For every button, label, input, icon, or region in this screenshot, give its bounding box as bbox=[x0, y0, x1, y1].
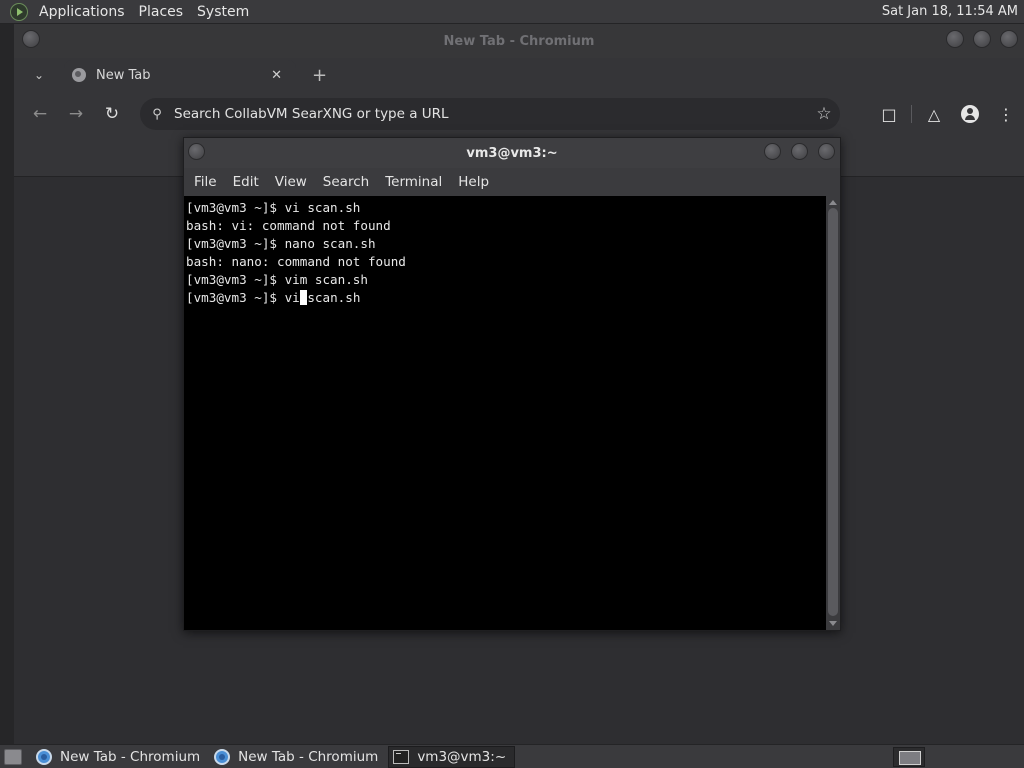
search-icon: ⚲ bbox=[152, 106, 162, 122]
terminal-window-menu-icon[interactable] bbox=[188, 143, 205, 160]
terminal-window: vm3@vm3:~ File Edit View Search Terminal… bbox=[183, 137, 841, 631]
chromium-icon bbox=[214, 748, 231, 765]
top-panel: Applications Places System Sat Jan 18, 1… bbox=[0, 0, 1024, 24]
chromium-icon bbox=[36, 748, 52, 765]
forward-arrow-icon[interactable]: → bbox=[58, 104, 94, 124]
taskbar-item-chromium-2[interactable]: New Tab - Chromium bbox=[210, 746, 386, 768]
toolbar-right-icons: □ △ ⋮ bbox=[871, 92, 1024, 136]
menu-system[interactable]: System bbox=[190, 0, 256, 24]
terminal-line: [vm3@vm3 ~]$ nano scan.sh bbox=[186, 236, 376, 251]
taskbar-item-label: New Tab - Chromium bbox=[238, 748, 379, 765]
terminal-line: bash: nano: command not found bbox=[186, 254, 406, 269]
chromium-titlebar[interactable]: New Tab - Chromium bbox=[14, 24, 1024, 58]
terminal-menu-view[interactable]: View bbox=[267, 174, 315, 190]
taskbar-item-label: vm3@vm3:~ bbox=[417, 748, 507, 765]
terminal-line: bash: vi: command not found bbox=[186, 218, 391, 233]
terminal-menu-edit[interactable]: Edit bbox=[225, 174, 267, 190]
more-menu-icon[interactable]: ⋮ bbox=[988, 105, 1024, 124]
omnibox[interactable]: ⚲ Search CollabVM SearXNG or type a URL … bbox=[140, 98, 840, 130]
terminal-window-title: vm3@vm3:~ bbox=[466, 145, 558, 161]
chromium-window-title: New Tab - Chromium bbox=[443, 33, 595, 49]
terminal-menu-terminal[interactable]: Terminal bbox=[377, 174, 450, 190]
terminal-menubar: File Edit View Search Terminal Help bbox=[184, 168, 840, 196]
terminal-menu-file[interactable]: File bbox=[186, 174, 225, 190]
terminal-line: [vm3@vm3 ~]$ vim scan.sh bbox=[186, 272, 368, 287]
terminal-menu-search[interactable]: Search bbox=[315, 174, 377, 190]
panel-menu-bar: Applications Places System bbox=[0, 0, 256, 23]
tab-title: New Tab bbox=[96, 67, 151, 83]
reload-icon[interactable]: ↻ bbox=[94, 104, 130, 124]
menu-places[interactable]: Places bbox=[132, 0, 191, 24]
close-button[interactable] bbox=[1000, 30, 1018, 48]
terminal-close-button[interactable] bbox=[818, 143, 835, 160]
terminal-scrollbar[interactable] bbox=[826, 196, 840, 630]
terminal-menu-help[interactable]: Help bbox=[450, 174, 497, 190]
terminal-titlebar[interactable]: vm3@vm3:~ bbox=[184, 138, 840, 168]
desktop-edge bbox=[0, 24, 14, 744]
menu-applications[interactable]: Applications bbox=[32, 0, 132, 24]
tab-new-tab[interactable]: New Tab ✕ bbox=[64, 60, 296, 90]
window-menu-icon[interactable] bbox=[22, 30, 40, 48]
scrollbar-thumb[interactable] bbox=[828, 208, 838, 616]
taskbar-item-chromium-1[interactable]: New Tab - Chromium bbox=[32, 746, 208, 768]
minimize-button[interactable] bbox=[946, 30, 964, 48]
profile-avatar-icon[interactable] bbox=[961, 105, 979, 123]
applications-logo-icon[interactable] bbox=[10, 2, 28, 21]
taskbar-item-label: New Tab - Chromium bbox=[60, 748, 201, 765]
terminal-current-line: [vm3@vm3 ~]$ vi scan.sh bbox=[186, 289, 825, 307]
tab-strip: ⌄ New Tab ✕ + bbox=[14, 58, 1024, 92]
scroll-up-arrow-icon[interactable] bbox=[829, 200, 837, 205]
bottom-taskbar: New Tab - Chromium New Tab - Chromium vm… bbox=[0, 744, 1024, 768]
panel-clock[interactable]: Sat Jan 18, 11:54 AM bbox=[882, 4, 1018, 19]
show-desktop-icon[interactable] bbox=[4, 748, 22, 765]
toolbar-separator bbox=[911, 105, 912, 123]
globe-icon bbox=[72, 68, 86, 82]
omnibox-placeholder[interactable]: Search CollabVM SearXNG or type a URL bbox=[174, 106, 808, 122]
bookmark-star-icon[interactable]: ☆ bbox=[808, 104, 840, 124]
terminal-icon bbox=[393, 749, 410, 764]
labs-flask-icon[interactable]: △ bbox=[916, 105, 952, 124]
terminal-output[interactable]: [vm3@vm3 ~]$ vi scan.sh bash: vi: command… bbox=[184, 196, 827, 630]
terminal-line: [vm3@vm3 ~]$ vi scan.sh bbox=[186, 200, 361, 215]
workspace-switcher[interactable] bbox=[893, 747, 925, 767]
new-tab-plus-icon[interactable]: + bbox=[312, 65, 327, 86]
extensions-puzzle-icon[interactable]: □ bbox=[871, 105, 907, 124]
taskbar-item-terminal[interactable]: vm3@vm3:~ bbox=[388, 745, 516, 768]
scroll-down-arrow-icon[interactable] bbox=[829, 621, 837, 626]
back-arrow-icon[interactable]: ← bbox=[22, 104, 58, 124]
terminal-input-text: scan.sh bbox=[307, 290, 361, 305]
browser-toolbar: ← → ↻ ⚲ Search CollabVM SearXNG or type … bbox=[14, 92, 1024, 136]
tab-close-icon[interactable]: ✕ bbox=[271, 68, 282, 83]
tab-search-chevron-icon[interactable]: ⌄ bbox=[26, 68, 52, 82]
maximize-button[interactable] bbox=[973, 30, 991, 48]
terminal-maximize-button[interactable] bbox=[791, 143, 808, 160]
terminal-prompt: [vm3@vm3 ~]$ vi bbox=[186, 290, 300, 305]
terminal-minimize-button[interactable] bbox=[764, 143, 781, 160]
